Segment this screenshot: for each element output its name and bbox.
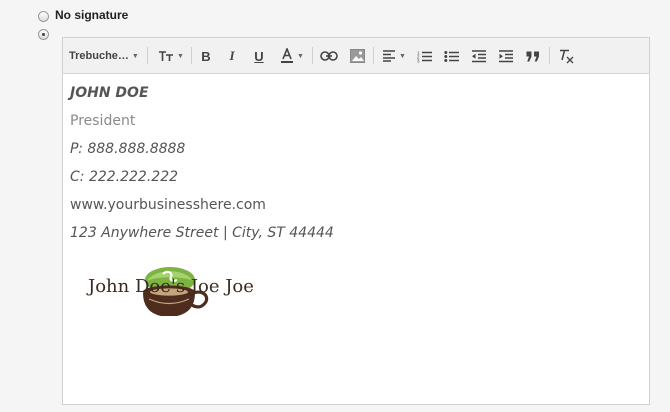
- custom-signature-radio[interactable]: [38, 29, 49, 40]
- signature-name: JOHN DOE: [70, 85, 149, 101]
- signature-editor[interactable]: Trebuche… ▼ ▼ B I U ▼ ▼ 1 2 3 JOHN DOE P…: [62, 37, 650, 405]
- italic-icon: I: [229, 48, 235, 63]
- underline-icon: U: [254, 48, 264, 64]
- font-family-select[interactable]: Trebuche… ▼: [69, 46, 143, 66]
- chevron-down-icon: ▼: [399, 52, 406, 60]
- toolbar-divider: [312, 47, 313, 64]
- signature-cell: C: 222.222.222: [70, 169, 179, 185]
- underline-button[interactable]: U: [250, 46, 268, 66]
- align-left-icon: [383, 50, 396, 62]
- toolbar-divider: [191, 47, 192, 64]
- toolbar-divider: [549, 47, 550, 64]
- formatting-toolbar: Trebuche… ▼ ▼ B I U ▼ ▼ 1 2 3: [63, 38, 649, 74]
- bulleted-list-button[interactable]: [441, 46, 461, 66]
- numbered-list-button[interactable]: 123: [414, 46, 434, 66]
- remove-formatting-button[interactable]: [555, 46, 577, 66]
- indent-more-button[interactable]: [495, 46, 515, 66]
- signature-content[interactable]: JOHN DOE President P: 888.888.8888 C: 22…: [70, 83, 334, 251]
- insert-image-button[interactable]: [346, 46, 368, 66]
- quote-icon: [526, 51, 539, 61]
- toolbar-divider: [373, 47, 374, 64]
- svg-text:3: 3: [417, 58, 420, 63]
- chevron-down-icon: ▼: [297, 52, 304, 60]
- numbered-list-icon: 123: [417, 50, 432, 63]
- bulleted-list-icon: [443, 50, 459, 62]
- bold-button[interactable]: B: [197, 46, 215, 66]
- text-size-icon: [159, 51, 174, 61]
- link-button[interactable]: [318, 46, 340, 66]
- toolbar-divider: [147, 47, 148, 64]
- logo-text: John Doe's Joe Joe: [88, 276, 254, 297]
- bold-icon: B: [201, 48, 211, 64]
- italic-button[interactable]: I: [223, 46, 241, 66]
- text-color-icon: [281, 48, 294, 63]
- image-icon: [349, 49, 365, 63]
- signature-title: President: [70, 113, 136, 129]
- no-signature-label: No signature: [55, 8, 129, 22]
- align-button[interactable]: ▼: [379, 46, 409, 66]
- chevron-down-icon: ▼: [177, 52, 184, 60]
- no-signature-radio[interactable]: [38, 11, 49, 22]
- clear-format-icon: [560, 49, 574, 63]
- indent-less-icon: [471, 49, 486, 62]
- indent-more-icon: [498, 49, 513, 62]
- text-color-button[interactable]: ▼: [276, 46, 308, 66]
- signature-address: 123 Anywhere Street | City, ST 44444: [70, 225, 334, 241]
- link-icon: [320, 51, 338, 61]
- chevron-down-icon: ▼: [131, 52, 139, 60]
- signature-phone: P: 888.888.8888: [70, 141, 186, 157]
- font-family-value: Trebuche…: [69, 50, 129, 62]
- signature-website: www.yourbusinesshere.com: [70, 197, 266, 213]
- indent-less-button[interactable]: [468, 46, 488, 66]
- quote-button[interactable]: [523, 46, 543, 66]
- text-size-button[interactable]: ▼: [155, 46, 187, 66]
